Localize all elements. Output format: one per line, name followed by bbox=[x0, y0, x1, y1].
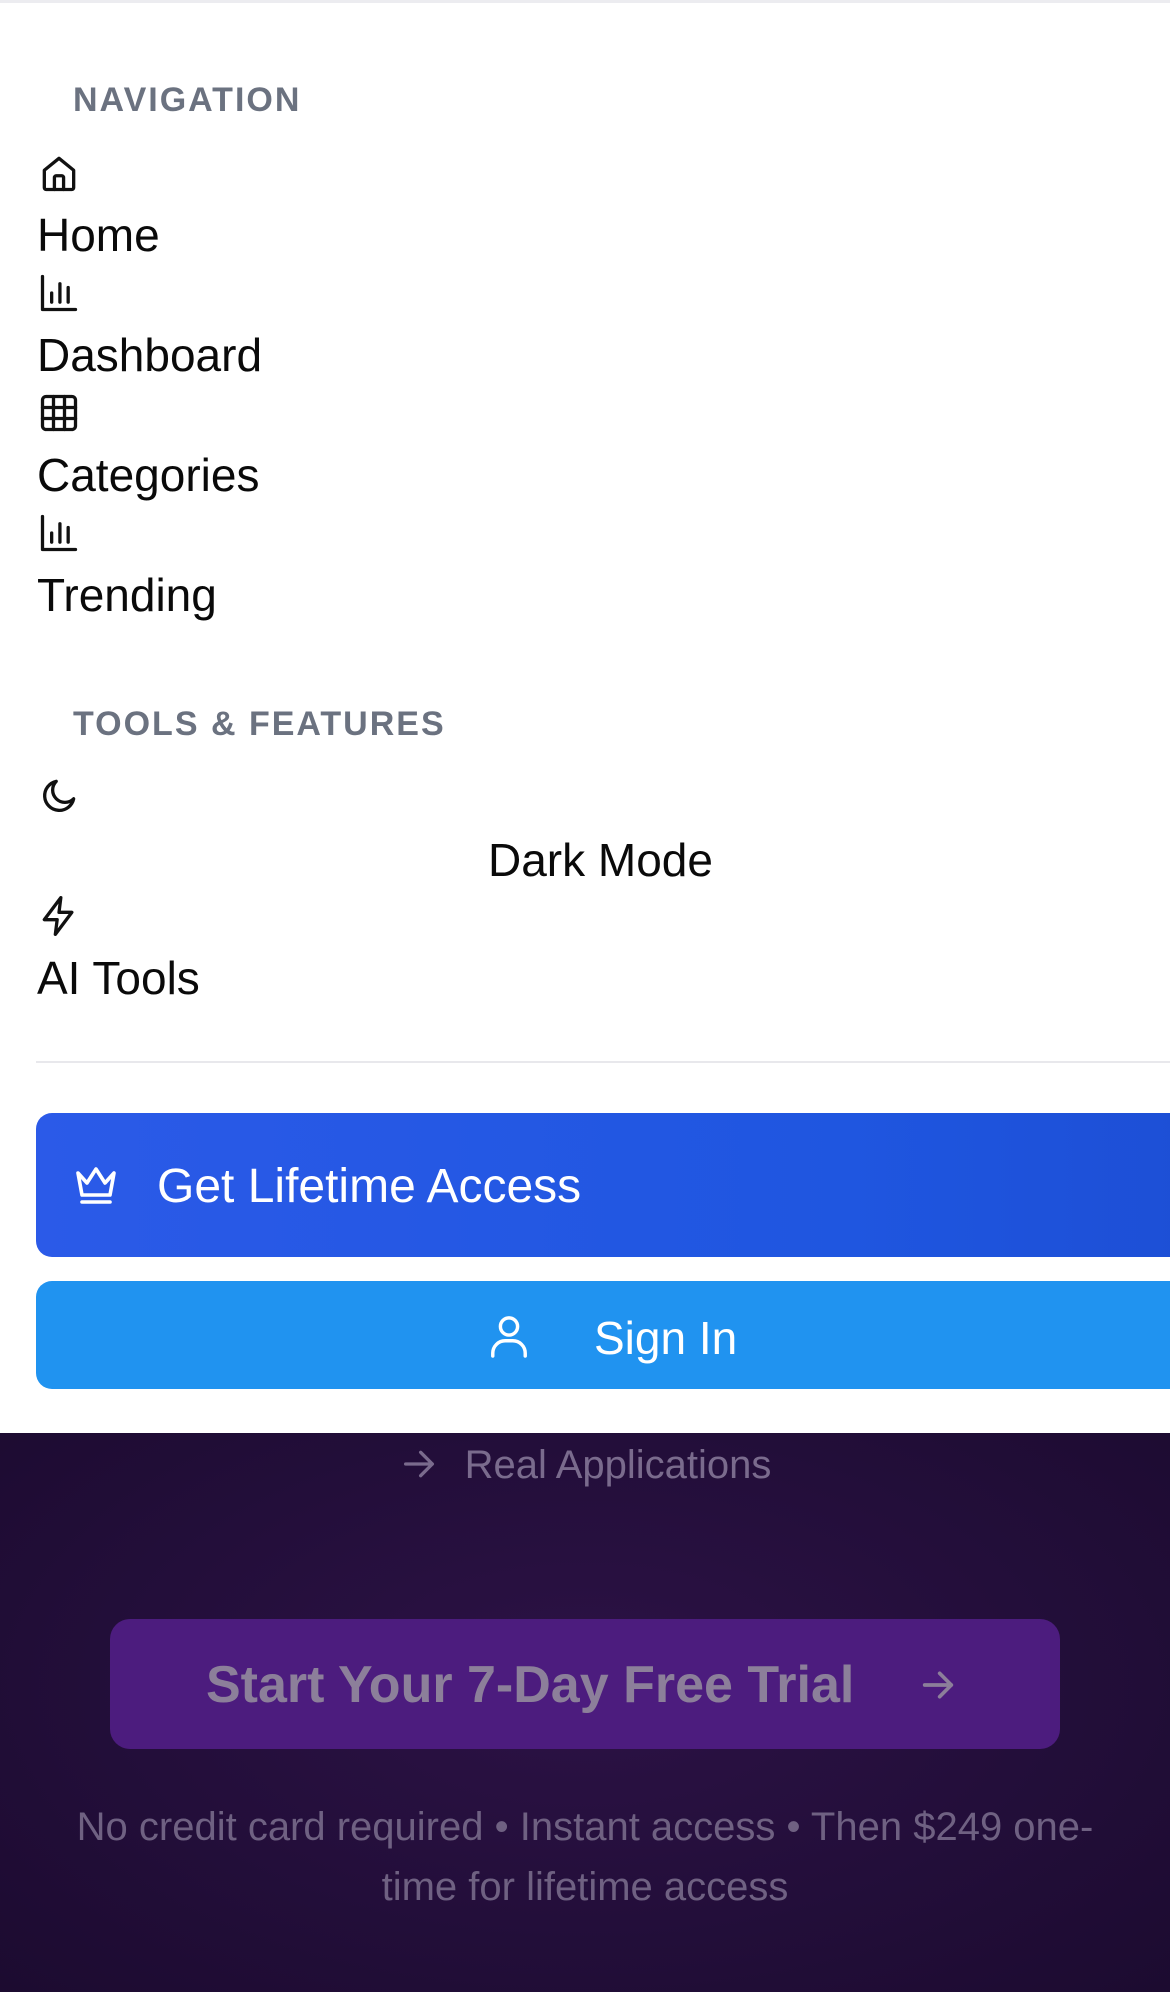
nav-item-label: Dashboard bbox=[37, 329, 263, 381]
sign-in-label: Sign In bbox=[594, 1312, 738, 1364]
home-icon bbox=[37, 151, 81, 195]
feature-line-real-applications: Real Applications bbox=[0, 1443, 1170, 1488]
sign-in-button[interactable]: Sign In bbox=[36, 1281, 1170, 1389]
navigation-heading: NAVIGATION bbox=[73, 81, 302, 119]
user-icon bbox=[488, 1313, 530, 1359]
dark-mode-label: Dark Mode bbox=[488, 834, 713, 886]
nav-item-label: Categories bbox=[37, 449, 260, 501]
lightning-icon bbox=[37, 894, 81, 938]
nav-item-home[interactable]: Home bbox=[0, 146, 1170, 262]
arrow-right-icon bbox=[399, 1444, 439, 1484]
bar-chart-icon bbox=[37, 271, 81, 315]
lifetime-button-label: Get Lifetime Access bbox=[157, 1160, 582, 1213]
navigation-menu: NAVIGATION Home Dashboard Categories Tre… bbox=[0, 3, 1170, 1433]
get-lifetime-access-button[interactable]: Get Lifetime Access bbox=[36, 1113, 1170, 1257]
arrow-right-icon bbox=[918, 1665, 958, 1705]
tools-heading: TOOLS & FEATURES bbox=[73, 705, 446, 743]
nav-item-label: Trending bbox=[37, 569, 217, 621]
nav-item-dashboard[interactable]: Dashboard bbox=[0, 266, 1170, 382]
nav-item-ai-tools[interactable]: AI Tools bbox=[0, 889, 1170, 1005]
nav-item-label: Home bbox=[37, 209, 160, 261]
nav-item-label: AI Tools bbox=[37, 952, 200, 1004]
menu-divider bbox=[36, 1061, 1170, 1063]
moon-icon bbox=[37, 774, 81, 818]
feature-line-label: Real Applications bbox=[464, 1443, 772, 1487]
nav-item-trending[interactable]: Trending bbox=[0, 506, 1170, 622]
grid-icon bbox=[37, 391, 81, 435]
bar-chart-icon bbox=[37, 511, 81, 555]
dark-mode-toggle[interactable]: Dark Mode bbox=[0, 769, 1170, 887]
hero-section: Real Applications Start Your 7-Day Free … bbox=[0, 1433, 1170, 1992]
trial-button-label: Start Your 7-Day Free Trial bbox=[206, 1656, 855, 1714]
crown-icon bbox=[72, 1163, 120, 1207]
nav-item-categories[interactable]: Categories bbox=[0, 386, 1170, 502]
start-free-trial-button[interactable]: Start Your 7-Day Free Trial bbox=[110, 1619, 1060, 1749]
trial-fineprint: No credit card required • Instant access… bbox=[76, 1805, 1094, 1909]
